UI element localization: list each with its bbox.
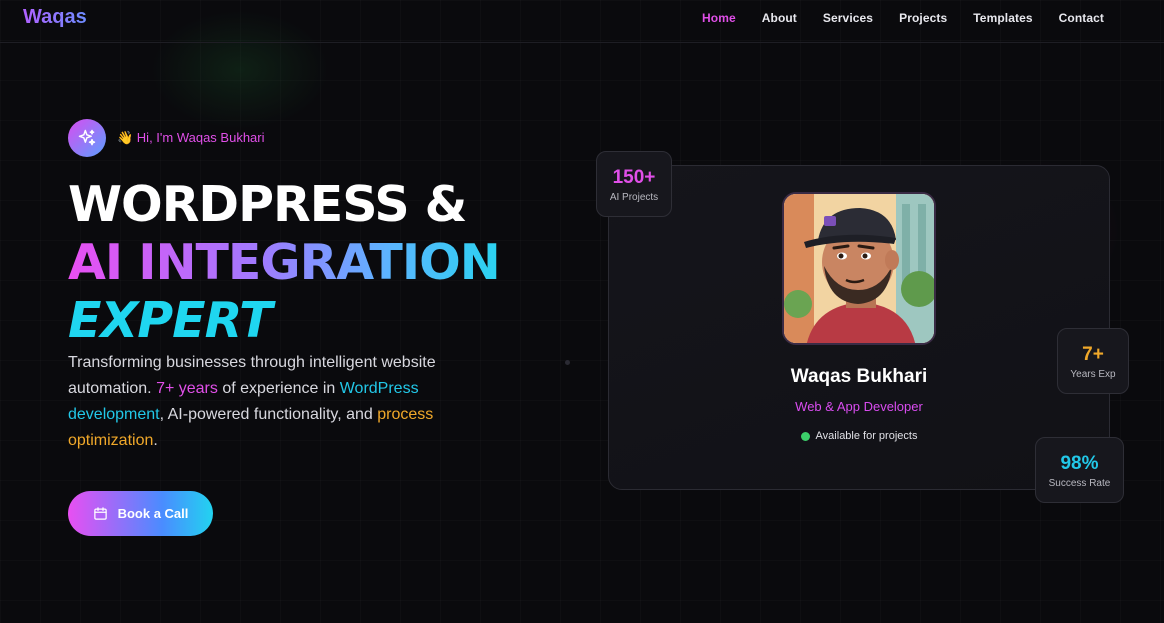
top-nav: Waqas Home About Services Projects Templ… bbox=[0, 0, 1164, 43]
nav-link-templates[interactable]: Templates bbox=[973, 11, 1032, 25]
stat-exp-value: 7+ bbox=[1082, 344, 1104, 365]
desc-text-3: , AI-powered functionality, and bbox=[159, 406, 378, 423]
decorative-dot bbox=[565, 360, 570, 365]
nav-link-contact[interactable]: Contact bbox=[1059, 11, 1104, 25]
stat-exp-label: Years Exp bbox=[1070, 369, 1116, 380]
book-call-label: Book a Call bbox=[117, 506, 189, 521]
desc-highlight-years: 7+ years bbox=[156, 380, 218, 397]
desc-text-4: . bbox=[153, 432, 158, 449]
book-call-button[interactable]: Book a Call bbox=[68, 491, 213, 536]
desc-text-2: of experience in bbox=[217, 380, 340, 397]
hero-title-line3: EXPERT bbox=[68, 292, 273, 349]
stat-success-rate: 98% Success Rate bbox=[1035, 437, 1124, 503]
hero-title-line2: AI INTEGRATION bbox=[68, 234, 501, 291]
profile-role: Web & App Developer bbox=[795, 399, 923, 414]
site-logo[interactable]: Waqas bbox=[23, 6, 87, 29]
sparkle-icon bbox=[78, 129, 96, 146]
nav-link-services[interactable]: Services bbox=[823, 11, 873, 25]
stat-years-exp: 7+ Years Exp bbox=[1057, 328, 1129, 394]
status-dot-icon bbox=[800, 431, 810, 441]
profile-avatar bbox=[782, 192, 936, 345]
nav-link-projects[interactable]: Projects bbox=[899, 11, 947, 25]
nav-links: Home About Services Projects Templates C… bbox=[702, 11, 1104, 25]
avatar-illustration bbox=[784, 194, 934, 343]
stat-ai-value: 150+ bbox=[612, 167, 656, 188]
stat-rate-value: 98% bbox=[1060, 453, 1099, 474]
stat-rate-label: Success Rate bbox=[1048, 478, 1111, 489]
profile-name: Waqas Bukhari bbox=[790, 366, 928, 387]
availability-label: Available for projects bbox=[815, 430, 918, 442]
calendar-icon bbox=[93, 507, 107, 520]
stat-ai-label: AI Projects bbox=[609, 192, 659, 203]
hero-title: WORDPRESS & AI INTEGRATION EXPERT bbox=[68, 176, 501, 350]
stat-ai-projects: 150+ AI Projects bbox=[596, 151, 672, 217]
nav-link-about[interactable]: About bbox=[762, 11, 797, 25]
hero-title-line1: WORDPRESS & bbox=[68, 176, 467, 233]
nav-link-home[interactable]: Home bbox=[702, 11, 736, 25]
availability-status: Available for projects bbox=[608, 430, 1110, 442]
sparkle-badge bbox=[68, 119, 106, 157]
hero-greeting: 👋 Hi, I'm Waqas Bukhari bbox=[117, 130, 265, 145]
hero-description: Transforming businesses through intellig… bbox=[68, 350, 488, 454]
